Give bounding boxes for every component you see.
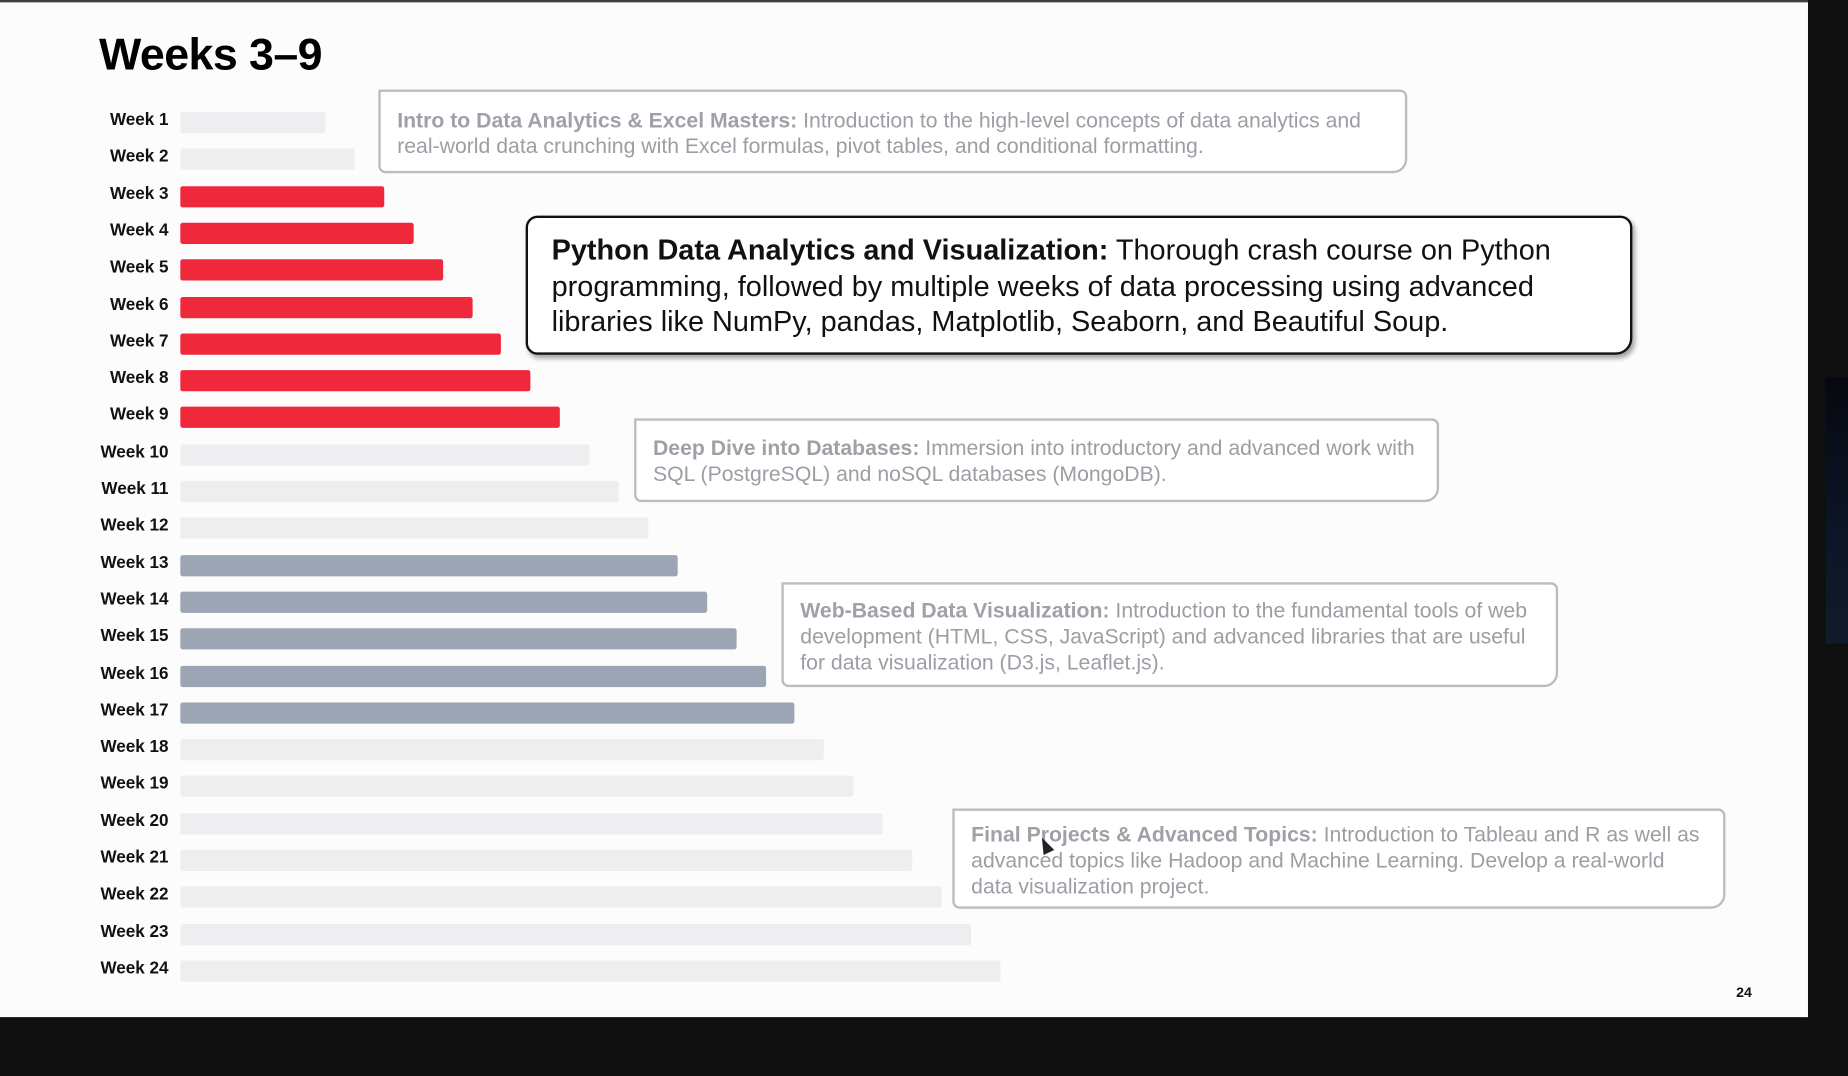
week-label: Week 4 bbox=[109, 221, 169, 241]
module-box-final-projects: Final Projects & Advanced Topics: Introd… bbox=[952, 808, 1726, 909]
module-heading: Intro to Data Analytics & Excel Masters: bbox=[397, 108, 798, 133]
week-bar-inactive bbox=[180, 739, 825, 761]
week-label: Week 2 bbox=[109, 147, 169, 167]
week-label: Week 13 bbox=[100, 553, 169, 573]
week-bar-inactive bbox=[180, 960, 1001, 982]
week-bar-upcoming bbox=[180, 665, 766, 687]
week-bar-inactive bbox=[180, 812, 883, 835]
week-row: Week 8 bbox=[0, 367, 1061, 393]
module-heading: Python Data Analytics and Visualization: bbox=[551, 234, 1109, 267]
week-row: Week 18 bbox=[0, 736, 1061, 762]
week-bar-inactive bbox=[180, 775, 854, 798]
page-number: 24 bbox=[1736, 984, 1752, 1001]
week-row: Week 19 bbox=[0, 772, 1061, 798]
module-box-python: Python Data Analytics and Visualization:… bbox=[525, 215, 1633, 355]
week-label: Week 10 bbox=[100, 442, 169, 462]
presentation-slide: Weeks 3–9 Week 1 Week 2 Week 3 Week 4 Week 5… bbox=[0, 0, 1808, 1018]
week-label: Week 21 bbox=[100, 848, 169, 868]
week-bar-active bbox=[180, 259, 443, 281]
week-label: Week 11 bbox=[101, 479, 169, 499]
week-label: Week 5 bbox=[109, 258, 169, 278]
week-label: Week 15 bbox=[100, 627, 169, 647]
week-row: Week 12 bbox=[0, 514, 1061, 540]
week-label: Week 18 bbox=[100, 737, 169, 757]
week-label: Week 7 bbox=[109, 332, 169, 351]
week-bar-inactive bbox=[180, 886, 942, 908]
week-label: Week 24 bbox=[100, 959, 169, 979]
module-box-web-viz: Web-Based Data Visualization: Introducti… bbox=[781, 582, 1559, 688]
week-row: Week 17 bbox=[0, 699, 1061, 725]
week-label: Week 9 bbox=[109, 405, 169, 425]
module-heading: Deep Dive into Databases: bbox=[652, 436, 920, 460]
week-label: Week 1 bbox=[109, 110, 169, 130]
module-heading: Final Projects & Advanced Topics: bbox=[971, 822, 1318, 847]
week-bar-active bbox=[180, 296, 473, 318]
week-bar-inactive bbox=[180, 923, 971, 945]
week-bar-inactive bbox=[180, 148, 355, 171]
week-bar-active bbox=[180, 370, 531, 392]
week-bar-active bbox=[180, 333, 502, 355]
week-label: Week 14 bbox=[100, 590, 169, 610]
module-heading: Web-Based Data Visualization: bbox=[800, 598, 1110, 623]
module-box-intro: Intro to Data Analytics & Excel Masters:… bbox=[378, 89, 1408, 174]
week-row: Week 13 bbox=[0, 551, 1061, 577]
week-label: Week 8 bbox=[109, 369, 169, 388]
slide-title: Weeks 3–9 bbox=[99, 30, 323, 81]
week-bar-active bbox=[180, 222, 414, 244]
week-label: Week 19 bbox=[100, 774, 169, 794]
week-bar-inactive bbox=[180, 111, 326, 134]
week-bar-upcoming bbox=[180, 591, 707, 613]
week-label: Week 12 bbox=[100, 516, 169, 536]
week-label: Week 3 bbox=[109, 184, 169, 204]
week-label: Week 20 bbox=[100, 811, 169, 831]
week-row: Week 22 bbox=[0, 883, 1061, 909]
screen: Weeks 3–9 Week 1 Week 2 Week 3 Week 4 Week 5… bbox=[0, 0, 1848, 1076]
week-row: Week 21 bbox=[0, 846, 1061, 872]
background-window-edge bbox=[1825, 377, 1848, 644]
week-label: Week 23 bbox=[100, 922, 169, 942]
week-row: Week 3 bbox=[0, 182, 1061, 208]
week-bar-inactive bbox=[180, 517, 649, 539]
week-label: Week 17 bbox=[100, 701, 169, 720]
week-bar-inactive bbox=[180, 849, 913, 871]
week-row: Week 24 bbox=[0, 957, 1061, 983]
week-label: Week 6 bbox=[109, 295, 169, 315]
module-box-databases: Deep Dive into Databases: Immersion into… bbox=[634, 418, 1440, 503]
week-bar-inactive bbox=[180, 480, 619, 503]
week-bar-upcoming bbox=[180, 628, 737, 650]
week-bar-inactive bbox=[180, 443, 590, 466]
week-row: Week 23 bbox=[0, 920, 1061, 946]
week-row: Week 20 bbox=[0, 809, 1061, 835]
week-bar-active bbox=[180, 185, 384, 207]
week-bar-upcoming bbox=[180, 702, 795, 724]
week-bar-active bbox=[180, 407, 561, 429]
week-label: Week 16 bbox=[100, 664, 169, 683]
week-bar-upcoming bbox=[180, 554, 678, 576]
week-label: Week 22 bbox=[100, 885, 169, 905]
